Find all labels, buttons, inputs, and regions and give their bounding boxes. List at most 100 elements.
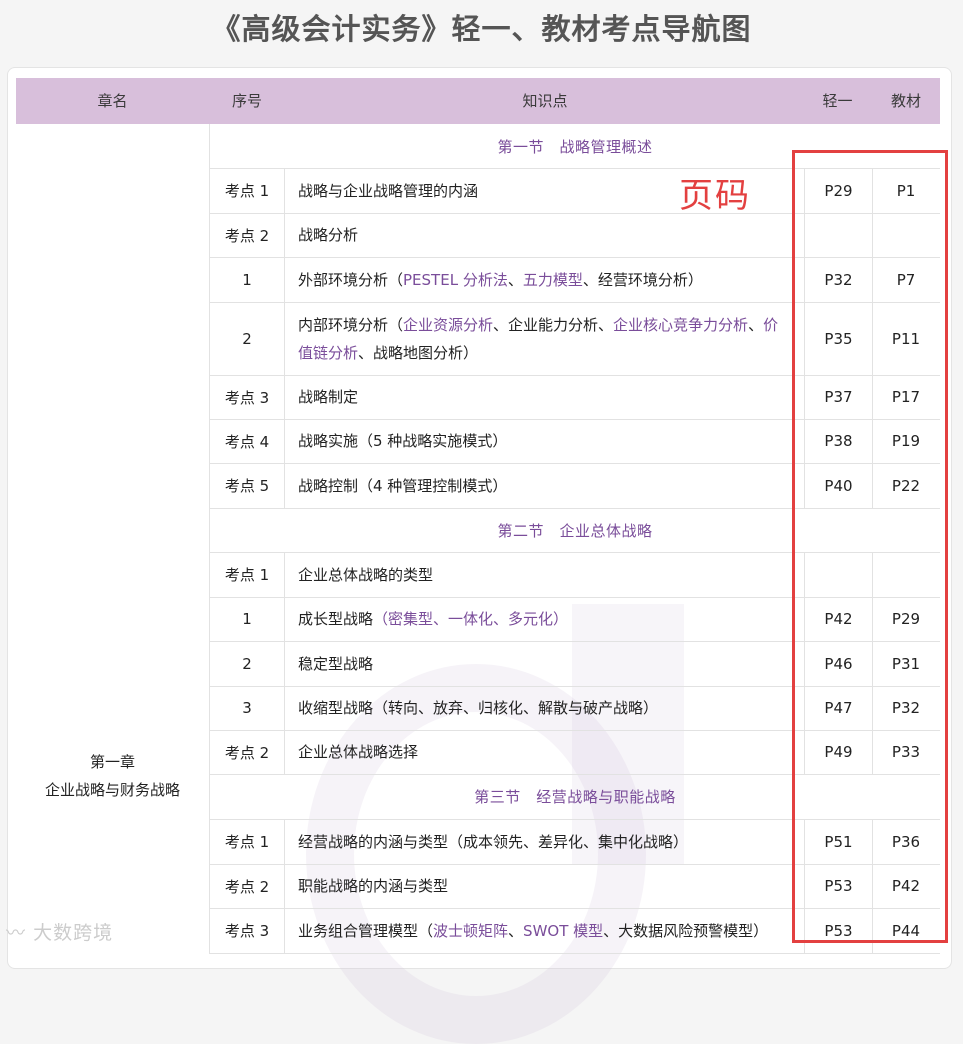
row-index: 1 [210,597,285,641]
row-index: 考点 2 [210,730,285,774]
highlighted-term: PESTEL 分析法 [403,270,508,289]
topic-text: 、经营环境分析） [582,270,703,289]
table-body: 第一章 企业战略与财务战略 第一节 战略管理概述考点 1 战略与企业战略管理的内涵… [16,124,940,1044]
topic-text: 战略制定 [298,388,359,406]
row-index: 考点 1 [210,819,285,864]
table-row: 2 稳定型战略 P46 P31 [210,641,940,687]
row-index: 考点 1 [210,168,285,213]
knowledge-point: 经营战略的内涵与类型（成本领先、差异化、集中化战略） [285,819,789,864]
knowledge-text: 战略制定 [298,383,358,411]
table-row: 考点 1 企业总体战略的类型 [210,552,940,598]
knowledge-point: 战略分析 [285,213,789,257]
knowledge-point: 业务组合管理模型（波士顿矩阵、SWOT 模型、大数据风险预警模型） [285,908,789,953]
topic-text: 稳定型战略 [298,654,374,673]
logo-text: 大数跨境 [33,922,114,944]
row-index: 1 [210,257,285,302]
section-title: 第三节 经营战略与职能战略 [474,788,676,806]
topic-text: 战略实施（5 种战略实施模式） [298,432,508,450]
row-index: 考点 5 [210,463,285,508]
textbook-page: P33 [891,743,921,761]
qingyi-page: P46 [804,641,873,686]
page-number-annotation: 页码 [679,176,751,216]
textbook-page [872,552,940,597]
table-row: 考点 5 战略控制（4 种管理控制模式） P40 P22 [210,463,940,509]
knowledge-point: 企业总体战略选择 [285,730,789,774]
table-row: 1 成长型战略（密集型、一体化、多元化） P42 P29 [210,597,940,642]
topic-text: 、企业能力分析、 [493,315,614,334]
highlighted-term: 五力模型 [522,270,583,289]
table-row: 考点 3 战略制定 P37 P17 [210,375,940,420]
knowledge-point: 内部环境分析（企业资源分析、企业能力分析、企业核心竞争力分析、价值链分析、战略地… [285,302,789,375]
qingyi-page: P37 [804,375,873,419]
table-row: 考点 4 战略实施（5 种战略实施模式） P38 P19 [210,419,940,464]
topic-text: 战略与企业战略管理的内涵 [298,181,479,200]
section-row: 第一节 战略管理概述 [210,124,940,169]
knowledge-point: 外部环境分析（PESTEL 分析法、五力模型、经营环境分析） [285,257,789,302]
topic-text: 收缩型战略（转向、放弃、归核化、解散与破产战略） [298,699,659,717]
section-title: 第一节 战略管理概述 [497,137,653,156]
knowledge-text: 战略控制（4 种管理控制模式） [298,472,507,500]
header-textbook: 教材 [890,92,921,110]
knowledge-point: 职能战略的内涵与类型 [285,864,789,908]
qingyi-page [804,213,873,257]
qingyi-page: P49 [804,730,873,774]
highlighted-term: （密集型、一体化、多元化） [373,610,569,628]
textbook-page: P22 [891,476,921,495]
knowledge-text: 收缩型战略（转向、放弃、归核化、解散与破产战略） [298,694,658,722]
section-row: 第三节 经营战略与职能战略 [210,774,940,820]
page-title: 《高级会计实务》轻一、教材考点导航图 [211,12,752,46]
table-row: 2 内部环境分析（企业资源分析、企业能力分析、企业核心竞争力分析、价值链分析、战略… [210,302,940,376]
knowledge-point: 战略控制（4 种管理控制模式） [285,463,789,508]
header-index: 序号 [231,92,262,110]
row-index: 考点 1 [210,552,285,597]
row-index: 3 [210,686,285,730]
knowledge-text: 稳定型战略 [298,650,373,678]
logo-icon: 〰 [6,922,27,944]
topic-text: 企业总体战略选择 [298,743,419,761]
textbook-page: P42 [891,877,921,895]
topic-text: 、 [748,315,764,334]
table-row: 考点 2 职能战略的内涵与类型 P53 P42 [210,864,940,909]
chapter-name: 第一章 企业战略与财务战略 [16,748,209,804]
qingyi-page: P32 [804,257,873,302]
table-row: 3 收缩型战略（转向、放弃、归核化、解散与破产战略） P47 P32 [210,686,940,731]
knowledge-point: 战略制定 [285,375,789,419]
knowledge-text: 外部环境分析（PESTEL 分析法、五力模型、经营环境分析） [298,266,703,294]
textbook-page: P31 [891,654,921,673]
header-chapter: 章名 [97,92,128,110]
knowledge-point: 稳定型战略 [285,641,789,686]
knowledge-text: 战略实施（5 种战略实施模式） [298,427,507,455]
knowledge-text: 战略与企业战略管理的内涵 [298,177,478,205]
table-header: 章名 序号 知识点 轻一 教材 [16,78,940,124]
textbook-page: P36 [891,832,921,851]
table-row: 考点 3 业务组合管理模型（波士顿矩阵、SWOT 模型、大数据风险预警模型） P53… [210,908,940,954]
table-row: 考点 1 战略与企业战略管理的内涵 P29 P1 [210,168,940,214]
header-knowledge: 知识点 [522,92,568,110]
textbook-page: P44 [891,921,921,940]
qingyi-page: P38 [804,419,873,463]
row-index: 考点 3 [210,375,285,419]
textbook-page: P19 [891,432,921,450]
textbook-page: P17 [891,388,921,406]
row-index: 2 [210,641,285,686]
row-index: 考点 2 [210,864,285,908]
watermark-logo: 〰 大数跨境 [6,918,113,945]
knowledge-text: 战略分析 [298,221,358,249]
knowledge-text: 企业总体战略选择 [298,738,418,766]
topic-text: 、 [508,921,524,940]
qingyi-page: P40 [804,463,873,508]
row-index: 2 [210,302,285,375]
table-row: 考点 2 企业总体战略选择 P49 P33 [210,730,940,775]
textbook-page: P32 [891,699,921,717]
knowledge-text: 职能战略的内涵与类型 [298,872,448,900]
knowledge-point: 战略实施（5 种战略实施模式） [285,419,789,463]
highlighted-term: 企业资源分析 [403,315,494,334]
qingyi-page: P53 [804,908,873,953]
knowledge-text: 经营战略的内涵与类型（成本领先、差异化、集中化战略） [298,828,688,856]
knowledge-text: 业务组合管理模型（波士顿矩阵、SWOT 模型、大数据风险预警模型） [298,917,768,945]
row-index: 考点 4 [210,419,285,463]
topic-text: 、战略地图分析） [358,343,479,362]
textbook-page: P1 [896,181,916,200]
qingyi-page: P42 [804,597,873,641]
textbook-page: P29 [891,610,921,628]
